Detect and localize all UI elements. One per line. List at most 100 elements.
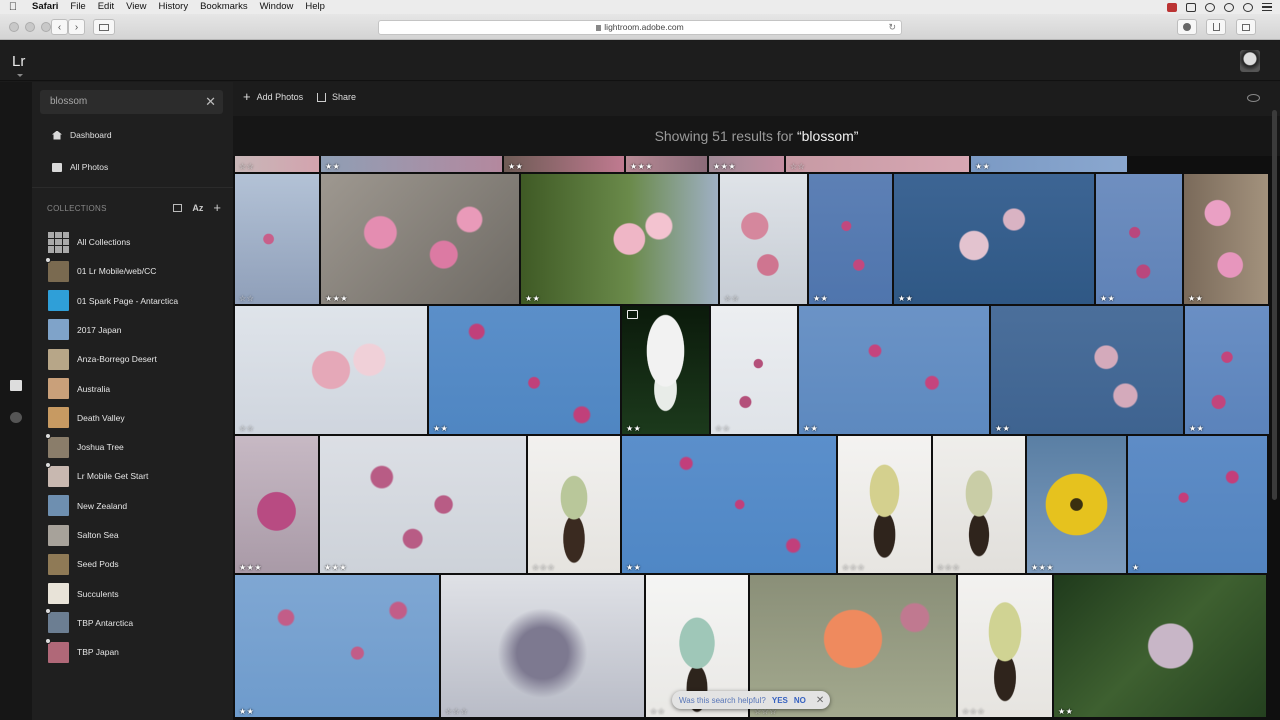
photo-thumbnail[interactable]: ★★ — [1096, 174, 1182, 304]
close-window-button[interactable] — [9, 22, 19, 32]
rating-stars[interactable]: ★★ — [508, 162, 523, 171]
menu-history[interactable]: History — [153, 0, 195, 14]
rating-stars[interactable]: ☆☆☆ — [962, 707, 985, 716]
rating-stars[interactable]: ★★ — [325, 162, 340, 171]
collection-item[interactable]: Joshua Tree — [45, 432, 124, 459]
rating-stars[interactable]: ★★★ — [1031, 563, 1054, 572]
photo-thumbnail[interactable]: ★★★ — [321, 174, 519, 304]
sort-button[interactable]: Az — [192, 203, 203, 213]
close-icon[interactable]: ✕ — [816, 695, 824, 706]
photo-thumbnail[interactable]: ☆☆☆ — [933, 436, 1025, 573]
photo-thumbnail[interactable]: ☆☆☆ — [441, 575, 644, 717]
search-icon[interactable] — [1243, 2, 1253, 12]
rating-stars[interactable]: ★★★ — [713, 162, 736, 171]
back-button[interactable]: ‹ — [51, 19, 68, 35]
collection-item[interactable]: All Collections — [48, 230, 130, 254]
rating-stars[interactable]: ★★ — [626, 563, 641, 572]
add-photos-button[interactable]: + Add Photos — [243, 90, 303, 103]
collection-item[interactable]: Australia — [48, 377, 110, 401]
photo-thumbnail[interactable]: ☆☆ — [235, 174, 319, 304]
collection-item[interactable]: 2017 Japan — [48, 318, 121, 342]
menu-help[interactable]: Help — [299, 0, 331, 14]
view-options-icon[interactable] — [173, 203, 183, 212]
rating-stars[interactable]: ★★ — [239, 707, 254, 716]
photo-thumbnail[interactable]: ★★★ — [320, 436, 526, 573]
rating-stars[interactable]: ☆☆☆ — [445, 707, 468, 716]
photo-thumbnail[interactable]: ★★ — [991, 306, 1183, 434]
feedback-yes-button[interactable]: YES — [772, 696, 788, 705]
forward-button[interactable]: › — [68, 19, 85, 35]
zoom-window-button[interactable] — [41, 22, 51, 32]
photo-thumbnail[interactable]: ★★ — [1185, 306, 1269, 434]
avatar[interactable] — [1240, 50, 1260, 72]
photo-thumbnail[interactable]: ★★ — [894, 174, 1094, 304]
photo-thumbnail[interactable]: ★★ — [521, 174, 718, 304]
globe-icon[interactable] — [10, 412, 22, 423]
rating-stars[interactable]: ★★★ — [239, 563, 262, 572]
menu-safari[interactable]: Safari — [26, 0, 64, 14]
rating-stars[interactable]: ★★★ — [324, 563, 347, 572]
creative-cloud-icon[interactable] — [1205, 2, 1215, 12]
collection-item[interactable]: Succulents — [48, 582, 119, 606]
collection-item[interactable]: TBP Japan — [45, 637, 119, 664]
rating-stars[interactable]: ★★ — [803, 424, 818, 433]
menu-list-icon[interactable] — [1262, 3, 1272, 11]
rating-stars[interactable]: ★★ — [433, 424, 448, 433]
rating-stars[interactable]: ☆☆☆ — [937, 563, 960, 572]
rating-stars[interactable]: ★★ — [1189, 424, 1204, 433]
rating-stars[interactable]: ☆☆ — [239, 294, 254, 303]
sidebar-item-all-photos[interactable]: All Photos — [52, 159, 108, 175]
share-button[interactable]: Share — [317, 92, 356, 102]
library-icon[interactable] — [10, 380, 22, 391]
share-browser-button[interactable] — [1206, 19, 1226, 35]
collection-item[interactable]: Salton Sea — [48, 523, 119, 547]
photo-thumbnail[interactable]: ★★ — [1054, 575, 1266, 717]
rating-stars[interactable]: ★★ — [1100, 294, 1115, 303]
rating-stars[interactable]: ☆☆☆ — [532, 563, 555, 572]
sidebar-item-dashboard[interactable]: Dashboard — [52, 127, 112, 143]
photo-thumbnail[interactable]: ☆☆ — [786, 156, 969, 172]
apple-menu-icon[interactable]:  — [0, 0, 26, 14]
collection-item[interactable]: Anza-Borrego Desert — [48, 347, 157, 371]
rating-stars[interactable]: ★★ — [995, 424, 1010, 433]
eye-icon[interactable] — [1247, 94, 1260, 102]
rating-stars[interactable]: ★★ — [975, 162, 990, 171]
photo-thumbnail[interactable]: ★ — [1128, 436, 1267, 573]
rating-stars[interactable]: ☆☆ — [724, 294, 739, 303]
photo-thumbnail[interactable]: ★★ — [321, 156, 502, 172]
sidebar-toggle-button[interactable] — [93, 19, 115, 35]
rating-stars[interactable]: ★★ — [898, 294, 913, 303]
photo-thumbnail[interactable]: ☆☆☆ — [838, 436, 931, 573]
tabs-overview-button[interactable] — [1236, 19, 1256, 35]
photo-thumbnail[interactable]: ★★ — [622, 436, 836, 573]
photo-thumbnail[interactable]: ★★★ — [626, 156, 707, 172]
photo-thumbnail[interactable]: ★★ — [504, 156, 624, 172]
rating-stars[interactable]: ☆☆ — [650, 707, 665, 716]
clear-search-icon[interactable]: ✕ — [205, 90, 216, 114]
photo-thumbnail[interactable]: ★★★ — [1027, 436, 1126, 573]
photo-thumbnail[interactable]: ☆☆ — [711, 306, 797, 434]
shield-icon[interactable] — [1167, 2, 1177, 12]
menu-window[interactable]: Window — [254, 0, 300, 14]
photo-thumbnail[interactable]: ☆☆ — [235, 306, 427, 434]
photo-thumbnail[interactable]: ★★★ — [709, 156, 784, 172]
downloads-button[interactable] — [1177, 19, 1197, 35]
photo-thumbnail[interactable]: ★★ — [1184, 174, 1268, 304]
collection-item[interactable]: Death Valley — [48, 406, 125, 430]
collection-item[interactable]: TBP Antarctica — [45, 608, 133, 635]
scrollbar[interactable] — [1272, 110, 1277, 500]
lightroom-logo[interactable]: Lr — [12, 53, 25, 70]
photo-thumbnail[interactable]: ★★ — [809, 174, 892, 304]
add-collection-button[interactable]: + — [213, 200, 221, 215]
collection-item[interactable]: 01 Lr Mobile/web/CC — [45, 256, 156, 283]
rating-stars[interactable]: ☆☆ — [239, 424, 254, 433]
photo-thumbnail[interactable]: ★★ — [429, 306, 620, 434]
rating-stars[interactable]: ★★ — [525, 294, 540, 303]
photo-thumbnail[interactable]: ★★ — [622, 306, 709, 434]
photo-thumbnail[interactable]: ★★★ — [235, 436, 318, 573]
rating-stars[interactable]: ★★★ — [630, 162, 653, 171]
menu-bookmarks[interactable]: Bookmarks — [194, 0, 254, 14]
reload-icon[interactable]: ↻ — [888, 21, 896, 34]
rating-stars[interactable]: ☆☆ — [715, 424, 730, 433]
rating-stars[interactable]: ★ — [1132, 563, 1140, 572]
